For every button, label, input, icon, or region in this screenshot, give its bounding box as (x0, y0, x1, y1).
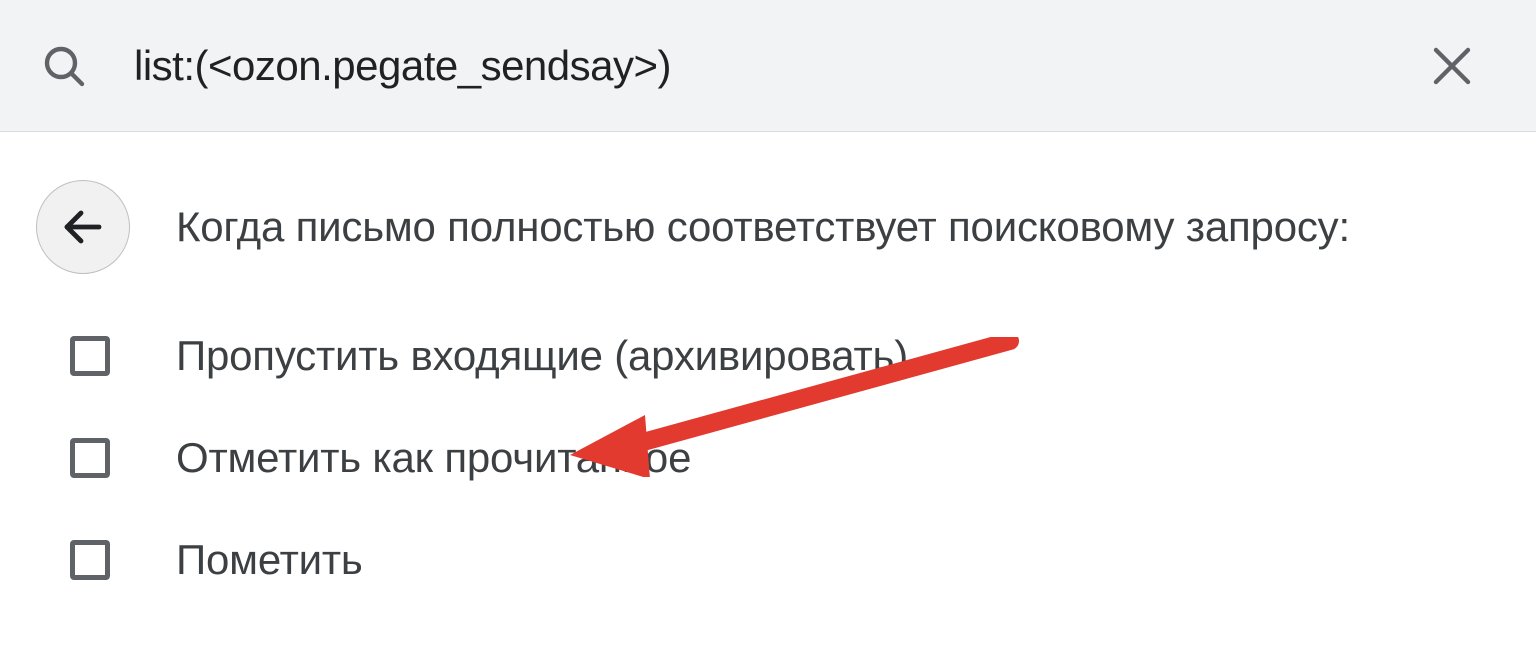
checkbox-mark-read[interactable] (70, 438, 110, 478)
search-bar (0, 0, 1536, 132)
option-label: Отметить как прочитанное (176, 434, 691, 482)
option-skip-inbox[interactable]: Пропустить входящие (архивировать) (36, 332, 1466, 380)
option-star[interactable]: Пометить (36, 536, 1466, 584)
search-icon (40, 42, 88, 90)
option-label: Пометить (176, 536, 363, 584)
checkbox-skip-inbox[interactable] (70, 336, 110, 376)
filter-actions-panel: Когда письмо полностью соответствует пои… (0, 132, 1536, 584)
option-label: Пропустить входящие (архивировать) (176, 332, 908, 380)
option-mark-read[interactable]: Отметить как прочитанное (36, 434, 1466, 482)
clear-search-button[interactable] (1428, 42, 1476, 90)
heading-row: Когда письмо полностью соответствует пои… (36, 180, 1466, 274)
filter-heading: Когда письмо полностью соответствует пои… (176, 203, 1350, 251)
checkbox-star[interactable] (70, 540, 110, 580)
back-button[interactable] (36, 180, 130, 274)
search-input[interactable] (132, 41, 1408, 91)
